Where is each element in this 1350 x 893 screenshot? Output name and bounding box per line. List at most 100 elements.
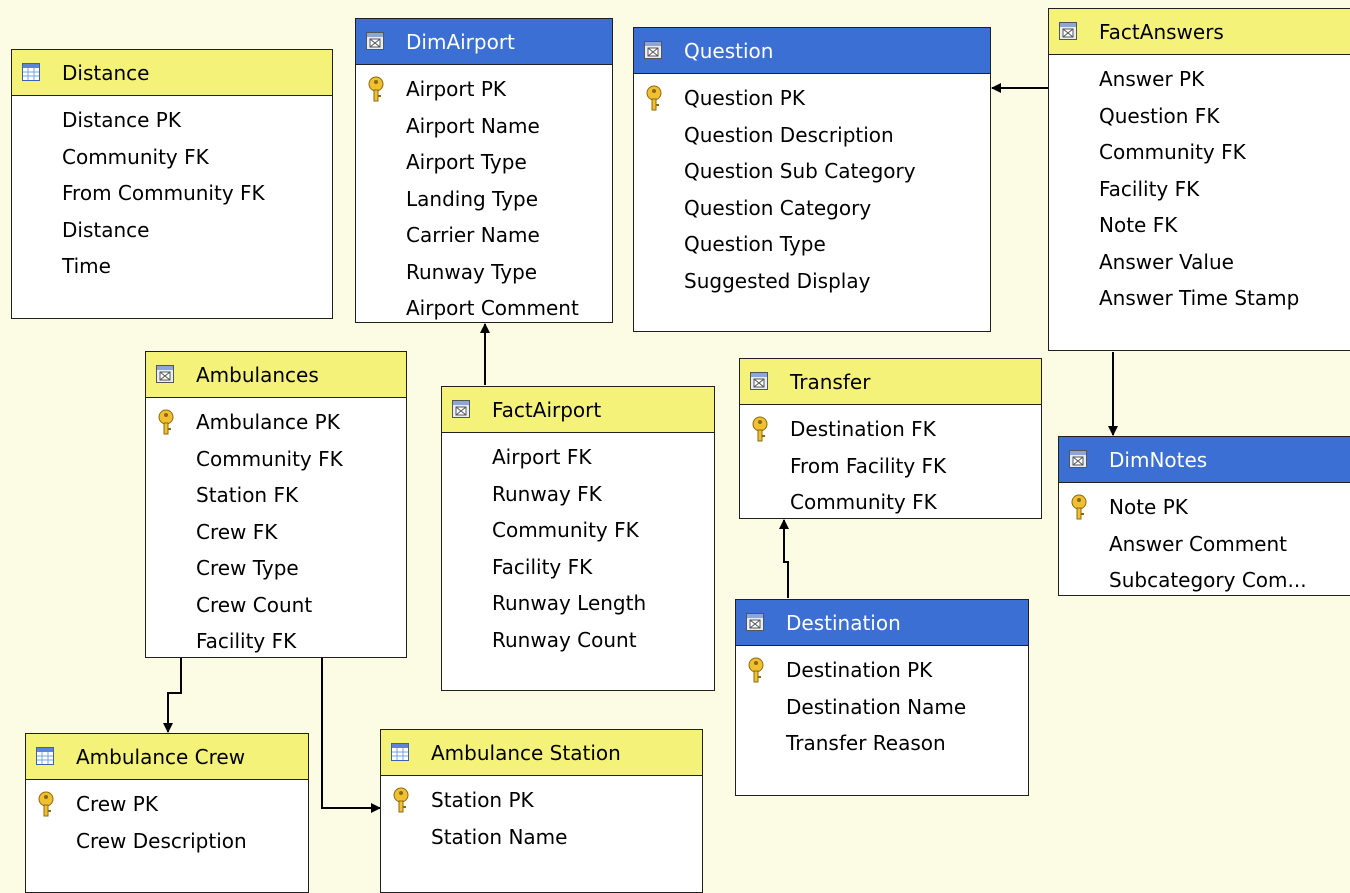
column-row[interactable]: Suggested Display [634, 263, 990, 300]
column-row[interactable]: Destination PK [736, 652, 1028, 689]
column-row[interactable]: Airport PK [356, 71, 612, 108]
table-distance[interactable]: Distance Distance PK Community FK From C… [11, 49, 333, 319]
table-header[interactable]: Distance [12, 50, 332, 96]
column-row[interactable]: Distance [12, 212, 332, 249]
table-header[interactable]: Transfer [740, 359, 1041, 405]
column-row[interactable]: Distance PK [12, 102, 332, 139]
table-ambulance-station[interactable]: Ambulance Station Station PK Station Nam… [380, 729, 703, 893]
column-row[interactable]: Crew PK [26, 786, 308, 823]
column-name: Crew Description [76, 828, 247, 853]
table-name: DimAirport [406, 30, 515, 54]
column-name: Answer Value [1099, 249, 1234, 274]
table-name: Transfer [790, 370, 871, 394]
table-destination[interactable]: Destination Destination PK Destination N… [735, 599, 1029, 796]
table-factanswers[interactable]: FactAnswers Answer PK Question FK Commun… [1048, 8, 1350, 351]
column-row[interactable]: Transfer Reason [736, 725, 1028, 762]
table-header[interactable]: DimNotes [1059, 437, 1350, 483]
column-name: Destination Name [786, 694, 967, 719]
table-header[interactable]: DimAirport [356, 19, 612, 65]
column-row[interactable]: Crew FK [146, 514, 406, 551]
column-row[interactable]: Question PK [634, 80, 990, 117]
column-row[interactable]: Airport Type [356, 144, 612, 181]
table-dimairport[interactable]: DimAirport Airport PK Airport Name Airpo… [355, 18, 613, 323]
table-icon [36, 747, 54, 765]
table-header[interactable]: FactAnswers [1049, 9, 1350, 55]
column-row[interactable]: From Community FK [12, 175, 332, 212]
table-question[interactable]: Question Question PK Question Descriptio… [633, 27, 991, 332]
column-row[interactable]: Station Name [381, 819, 702, 856]
column-row[interactable]: Destination Name [736, 689, 1028, 726]
column-row[interactable]: Crew Description [26, 823, 308, 860]
column-row[interactable]: Crew Type [146, 550, 406, 587]
column-row[interactable]: Note FK [1049, 207, 1350, 244]
column-row[interactable]: Facility FK [146, 623, 406, 660]
table-header[interactable]: Ambulances [146, 352, 406, 398]
column-name: Destination PK [786, 658, 933, 682]
column-row[interactable]: Answer PK [1049, 61, 1350, 98]
column-row[interactable]: From Facility FK [740, 448, 1041, 485]
table-header[interactable]: Question [634, 28, 990, 74]
column-row[interactable]: Carrier Name [356, 217, 612, 254]
table-header[interactable]: Ambulance Station [381, 730, 702, 776]
table-transfer[interactable]: Transfer Destination FK From Facility FK… [739, 358, 1042, 519]
column-row[interactable]: Facility FK [1049, 171, 1350, 208]
column-row[interactable]: Facility FK [442, 549, 714, 586]
column-row[interactable]: Note PK [1059, 489, 1350, 526]
column-row[interactable]: Question Type [634, 226, 990, 263]
table-name: FactAnswers [1099, 20, 1224, 44]
fact-table-icon [156, 365, 174, 383]
column-row[interactable]: Station FK [146, 477, 406, 514]
column-name: Question PK [684, 86, 805, 110]
fact-table-icon [1059, 22, 1077, 40]
table-dimnotes[interactable]: DimNotes Note PK Answer Comment Subcateg… [1058, 436, 1350, 596]
column-row[interactable]: Crew Count [146, 587, 406, 624]
column-row[interactable]: Question Sub Category [634, 153, 990, 190]
column-row[interactable]: Runway Length [442, 585, 714, 622]
table-header[interactable]: FactAirport [442, 387, 714, 433]
column-row[interactable]: Runway Count [442, 622, 714, 659]
column-name: Answer Comment [1109, 531, 1288, 556]
table-ambulance-crew[interactable]: Ambulance Crew Crew PK Crew Description [25, 733, 309, 893]
column-row[interactable]: Airport Comment [356, 290, 612, 327]
dimension-table-icon [644, 41, 662, 59]
column-row[interactable]: Landing Type [356, 181, 612, 218]
column-name: Question Description [684, 122, 894, 147]
column-row[interactable]: Subcategory Com... [1059, 562, 1350, 599]
column-row[interactable]: Answer Comment [1059, 526, 1350, 563]
table-header[interactable]: Ambulance Crew [26, 734, 308, 780]
column-row[interactable]: Question FK [1049, 98, 1350, 135]
column-row[interactable]: Community FK [12, 139, 332, 176]
fact-table-icon [452, 400, 470, 418]
primary-key-icon [1071, 494, 1087, 520]
column-row[interactable]: Answer Time Stamp [1049, 280, 1350, 317]
column-row[interactable]: Question Description [634, 117, 990, 154]
column-row[interactable]: Community FK [1049, 134, 1350, 171]
column-name: Subcategory Com... [1109, 568, 1307, 592]
column-row[interactable]: Question Category [634, 190, 990, 227]
column-name: Ambulance PK [196, 410, 340, 434]
column-name: Station FK [196, 483, 299, 507]
column-name: Facility FK [196, 629, 297, 653]
column-row[interactable]: Community FK [442, 512, 714, 549]
table-ambulances[interactable]: Ambulances Ambulance PK Community FK Sta… [145, 351, 407, 658]
column-row[interactable]: Runway FK [442, 476, 714, 513]
column-name: Question Type [684, 232, 826, 256]
column-row[interactable]: Answer Value [1049, 244, 1350, 281]
column-row[interactable]: Community FK [146, 441, 406, 478]
column-row[interactable]: Airport Name [356, 108, 612, 145]
column-row[interactable]: Destination FK [740, 411, 1041, 448]
column-row[interactable]: Runway Type [356, 254, 612, 291]
column-name: Time [62, 254, 111, 278]
column-row[interactable]: Airport FK [442, 439, 714, 476]
dimension-table-icon [746, 613, 764, 631]
column-name: Distance PK [62, 108, 181, 132]
column-name: Facility FK [492, 554, 593, 579]
table-factairport[interactable]: FactAirport Airport FK Runway FK Communi… [441, 386, 715, 691]
table-name: DimNotes [1109, 448, 1208, 472]
column-row[interactable]: Community FK [740, 484, 1041, 521]
column-row[interactable]: Ambulance PK [146, 404, 406, 441]
table-header[interactable]: Destination [736, 600, 1028, 646]
column-row[interactable]: Time [12, 248, 332, 285]
column-name: Distance [62, 217, 150, 242]
column-row[interactable]: Station PK [381, 782, 702, 819]
